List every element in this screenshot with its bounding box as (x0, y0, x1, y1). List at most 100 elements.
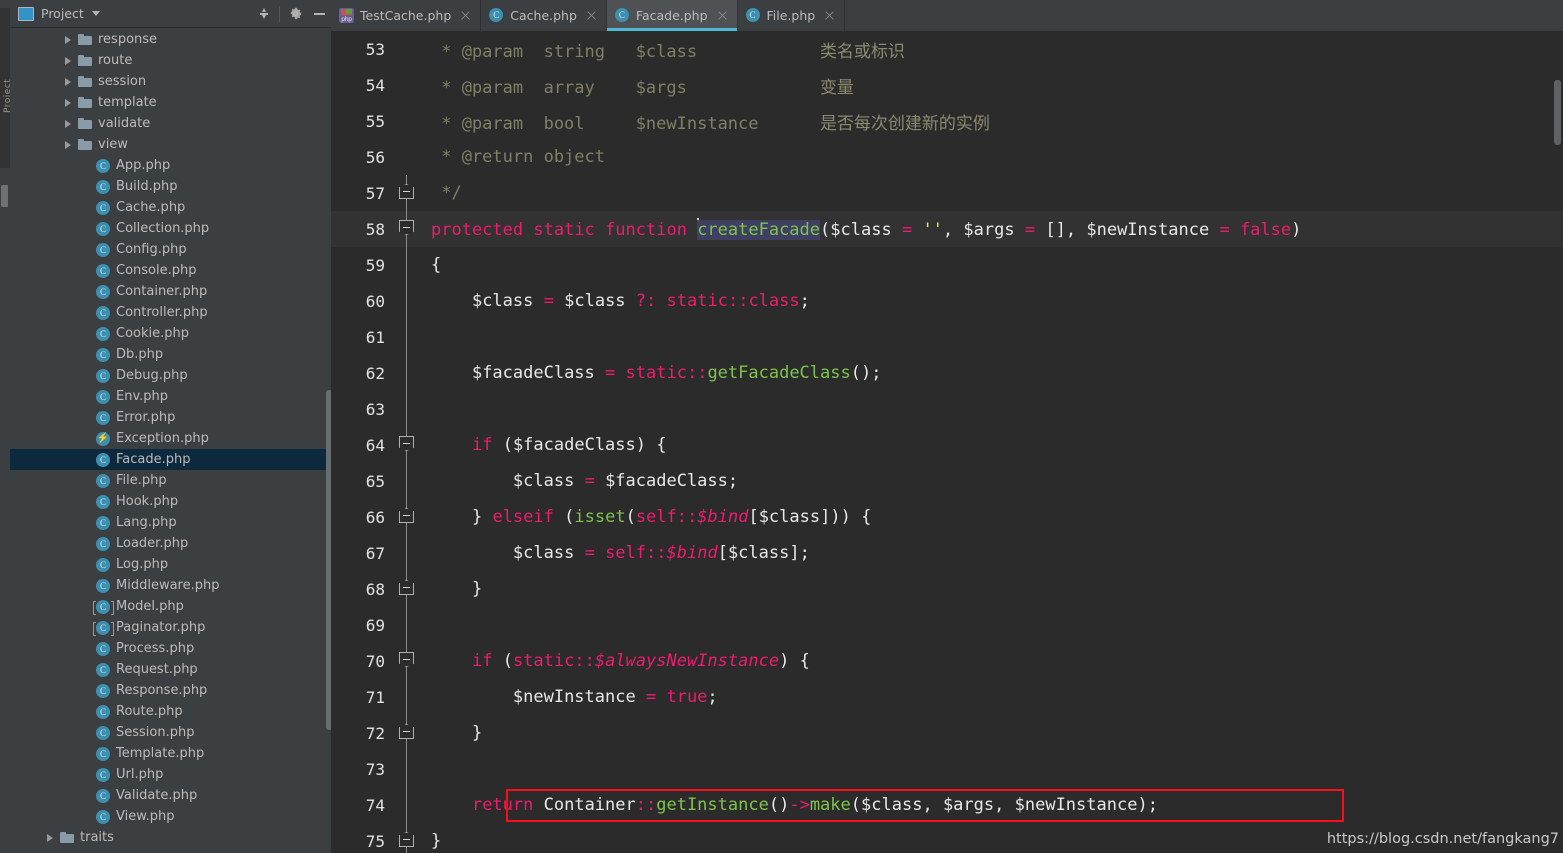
editor-tab[interactable]: CFacade.php (607, 0, 738, 31)
tree-item[interactable]: CValidate.php (10, 785, 331, 806)
tree-item[interactable]: CEnv.php (10, 386, 331, 407)
code-line[interactable]: 54 * @param array $args 变量 (331, 67, 1563, 103)
tree-item[interactable]: CCache.php (10, 197, 331, 218)
fold-gutter[interactable] (393, 787, 421, 823)
tree-item[interactable]: CRoute.php (10, 701, 331, 722)
fold-gutter[interactable] (393, 499, 421, 535)
tree-item[interactable]: CProcess.php (10, 638, 331, 659)
tree-item[interactable]: CLoader.php (10, 533, 331, 554)
tree-item[interactable]: CView.php (10, 806, 331, 827)
tree-item[interactable]: CConfig.php (10, 239, 331, 260)
fold-gutter[interactable] (393, 823, 421, 853)
left-tool-strip-tab[interactable]: Project (0, 8, 10, 168)
fold-start-icon[interactable] (399, 184, 414, 199)
tree-item[interactable]: CContainer.php (10, 281, 331, 302)
close-icon[interactable] (586, 10, 597, 21)
collapse-all-button[interactable] (252, 2, 276, 26)
tree-item[interactable]: CMiddleware.php (10, 575, 331, 596)
fold-gutter[interactable] (393, 391, 421, 427)
editor-vertical-scrollbar[interactable] (1554, 80, 1561, 145)
expand-arrow-icon[interactable] (62, 139, 73, 150)
tree-item[interactable]: CRequest.php (10, 659, 331, 680)
expand-arrow-icon[interactable] (62, 118, 73, 129)
code-line[interactable]: 62 $facadeClass = static::getFacadeClass… (331, 355, 1563, 391)
code-line[interactable]: 53 * @param string $class 类名或标识 (331, 31, 1563, 67)
fold-end-icon[interactable] (399, 220, 414, 235)
code-line[interactable]: 73 (331, 751, 1563, 787)
fold-gutter[interactable] (393, 607, 421, 643)
fold-gutter[interactable] (393, 751, 421, 787)
fold-end-icon[interactable] (399, 652, 414, 667)
close-icon[interactable] (717, 10, 728, 21)
editor-tab[interactable]: CFile.php (738, 0, 846, 31)
fold-gutter[interactable] (393, 31, 421, 67)
tree-item[interactable]: route (10, 50, 331, 71)
fold-gutter[interactable] (393, 355, 421, 391)
fold-start-icon[interactable] (399, 832, 414, 847)
tree-item[interactable]: ⚡Exception.php (10, 428, 331, 449)
expand-arrow-icon[interactable] (62, 97, 73, 108)
code-line[interactable]: 65 $class = $facadeClass; (331, 463, 1563, 499)
fold-gutter[interactable] (393, 427, 421, 463)
expand-arrow-icon[interactable] (62, 76, 73, 87)
fold-gutter[interactable] (393, 679, 421, 715)
tree-item[interactable]: CCookie.php (10, 323, 331, 344)
code-line[interactable]: 72 } (331, 715, 1563, 751)
tree-item[interactable]: CLang.php (10, 512, 331, 533)
expand-arrow-icon[interactable] (62, 34, 73, 45)
fold-gutter[interactable] (393, 103, 421, 139)
hide-panel-button[interactable] (307, 2, 331, 26)
tree-item[interactable]: CConsole.php (10, 260, 331, 281)
fold-gutter[interactable] (393, 175, 421, 211)
code-line[interactable]: 64 if ($facadeClass) { (331, 427, 1563, 463)
expand-arrow-icon[interactable] (44, 832, 55, 843)
tree-item[interactable]: CSession.php (10, 722, 331, 743)
tree-item[interactable]: session (10, 71, 331, 92)
fold-start-icon[interactable] (399, 724, 414, 739)
chevron-down-icon[interactable] (92, 11, 100, 16)
tree-item[interactable]: validate (10, 113, 331, 134)
tree-item[interactable]: CPaginator.php (10, 617, 331, 638)
tree-item[interactable]: traits (10, 827, 331, 848)
tree-item[interactable]: CTemplate.php (10, 743, 331, 764)
code-line[interactable]: 63 (331, 391, 1563, 427)
code-line[interactable]: 70 if (static::$alwaysNewInstance) { (331, 643, 1563, 679)
code-line[interactable]: 68 } (331, 571, 1563, 607)
fold-gutter[interactable] (393, 67, 421, 103)
tree-item[interactable]: CFile.php (10, 470, 331, 491)
code-line[interactable]: 59{ (331, 247, 1563, 283)
tree-item[interactable]: CLog.php (10, 554, 331, 575)
project-file-tree[interactable]: responseroutesessiontemplatevalidateview… (10, 29, 331, 853)
close-icon[interactable] (824, 10, 835, 21)
settings-button[interactable] (283, 2, 307, 26)
fold-gutter[interactable] (393, 247, 421, 283)
tree-item[interactable]: CFacade.php (10, 449, 331, 470)
fold-gutter[interactable] (393, 283, 421, 319)
code-line[interactable]: 60 $class = $class ?: static::class; (331, 283, 1563, 319)
fold-gutter[interactable] (393, 319, 421, 355)
code-line[interactable]: 69 (331, 607, 1563, 643)
tree-item[interactable]: CDb.php (10, 344, 331, 365)
tree-item[interactable]: CModel.php (10, 596, 331, 617)
tree-item[interactable]: CCollection.php (10, 218, 331, 239)
code-line[interactable]: 74 return Container::getInstance()->make… (331, 787, 1563, 823)
left-strip-scrollbar-handle[interactable] (1, 185, 8, 207)
fold-end-icon[interactable] (399, 436, 414, 451)
close-icon[interactable] (460, 10, 471, 21)
fold-gutter[interactable] (393, 463, 421, 499)
code-line[interactable]: 66 } elseif (isset(self::$bind[$class]))… (331, 499, 1563, 535)
code-editor[interactable]: 53 * @param string $class 类名或标识54 * @par… (331, 31, 1563, 853)
code-line[interactable]: 58protected static function createFacade… (331, 211, 1563, 247)
tree-item[interactable]: CDebug.php (10, 365, 331, 386)
tree-item[interactable]: CApp.php (10, 155, 331, 176)
code-line[interactable]: 67 $class = self::$bind[$class]; (331, 535, 1563, 571)
tree-item[interactable]: CBuild.php (10, 176, 331, 197)
tree-item[interactable]: template (10, 92, 331, 113)
fold-gutter[interactable] (393, 643, 421, 679)
tree-item[interactable]: view (10, 134, 331, 155)
expand-arrow-icon[interactable] (62, 55, 73, 66)
fold-start-icon[interactable] (399, 580, 414, 595)
fold-gutter[interactable] (393, 535, 421, 571)
tree-item[interactable]: CHook.php (10, 491, 331, 512)
code-line[interactable]: 61 (331, 319, 1563, 355)
